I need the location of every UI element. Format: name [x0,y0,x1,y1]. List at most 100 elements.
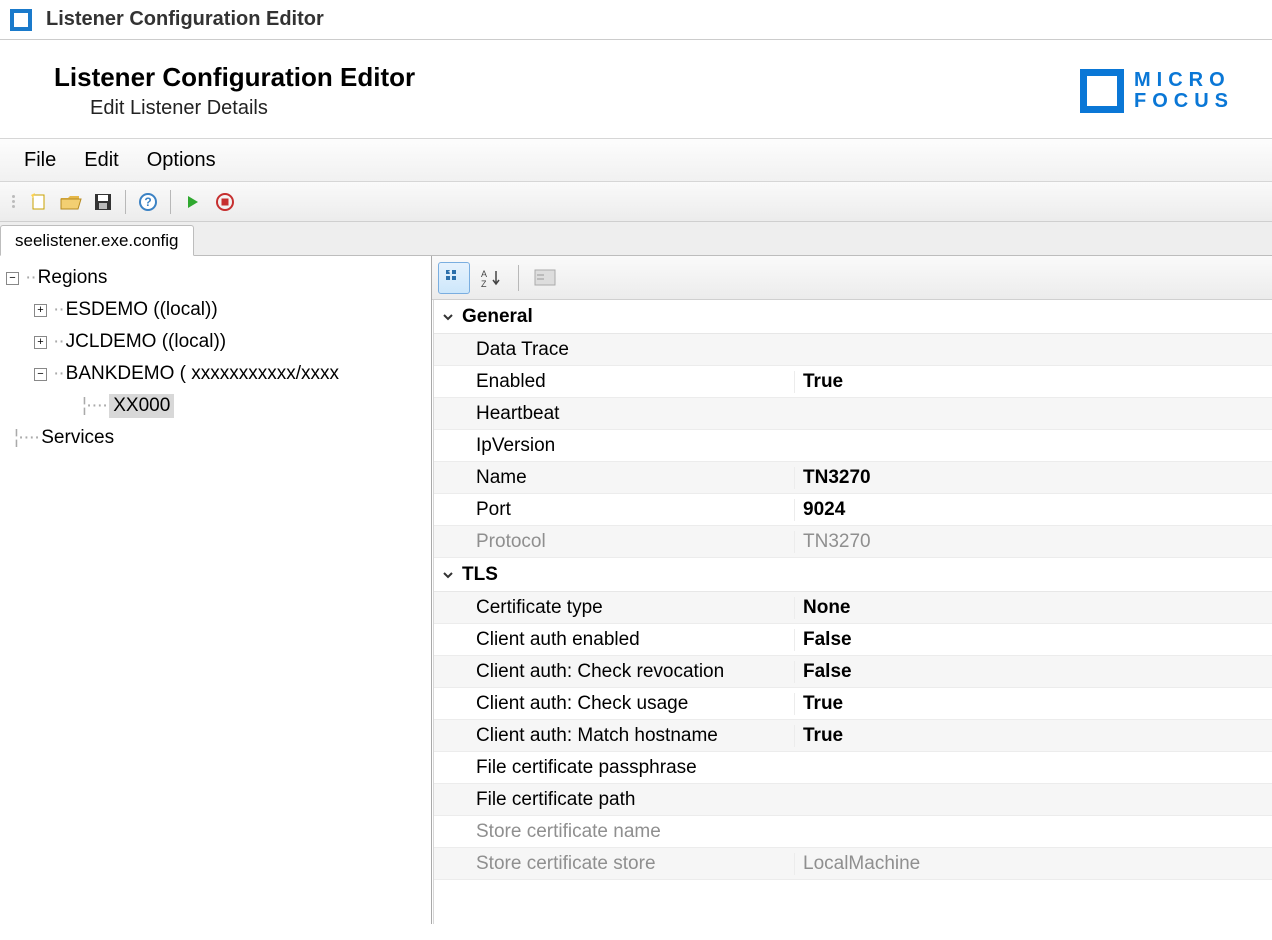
svg-text:?: ? [144,195,151,209]
prop-value[interactable]: True [794,725,1272,747]
toolbar-separator [125,190,126,214]
tree-label-selected: XX000 [109,394,174,418]
save-button[interactable] [91,190,115,214]
tree-connector-icon: ·· [53,363,64,385]
collapse-icon[interactable]: − [6,272,19,285]
property-pages-button[interactable] [529,262,561,294]
collapse-icon[interactable]: − [34,368,47,381]
menubar: File Edit Options [0,138,1272,182]
help-icon: ? [138,192,158,212]
prop-row-cert-type[interactable]: Certificate type None [434,592,1272,624]
menu-file[interactable]: File [24,149,56,172]
prop-row-store-cert-name[interactable]: Store certificate name [434,816,1272,848]
header-text-block: Listener Configuration Editor Edit Liste… [54,62,415,120]
prop-row-name[interactable]: Name TN3270 [434,462,1272,494]
prop-row-heartbeat[interactable]: Heartbeat [434,398,1272,430]
prop-name: File certificate passphrase [434,757,794,779]
prop-row-client-auth-enabled[interactable]: Client auth enabled False [434,624,1272,656]
prop-name: Enabled [434,371,794,393]
prop-row-client-auth-hostname[interactable]: Client auth: Match hostname True [434,720,1272,752]
brand-logo-text: MICRO FOCUS [1134,70,1234,112]
window-title: Listener Configuration Editor [46,8,324,31]
svg-text:+: + [448,270,452,276]
prop-value[interactable]: TN3270 [794,467,1272,489]
toolbar-grip-icon [12,195,15,208]
tree-node-services[interactable]: ¦···· Services [6,422,425,454]
expand-icon[interactable]: + [34,304,47,317]
alphabetical-view-button[interactable]: A Z [476,262,508,294]
prop-row-ipversion[interactable]: IpVersion [434,430,1272,462]
play-icon [185,194,201,210]
prop-name: Store certificate store [434,853,794,875]
tree-connector-icon: ¦···· [14,427,39,449]
prop-name: Store certificate name [434,821,794,843]
tree-label: ESDEMO ((local)) [66,299,218,321]
tree-connector-icon: ¦···· [82,395,107,417]
tree-node-jcldemo[interactable]: + ·· JCLDEMO ((local)) [6,326,425,358]
open-button[interactable] [59,190,83,214]
tree-node-regions[interactable]: − ·· Regions [6,262,425,294]
prop-row-file-cert-pass[interactable]: File certificate passphrase [434,752,1272,784]
new-file-button[interactable] [27,190,51,214]
prop-name: Client auth: Match hostname [434,725,794,747]
prop-row-protocol[interactable]: Protocol TN3270 [434,526,1272,558]
titlebar: Listener Configuration Editor [0,0,1272,40]
main-split: − ·· Regions + ·· ESDEMO ((local)) + ·· … [0,256,1272,924]
tree-label: Services [41,427,114,449]
svg-text:A: A [481,269,487,279]
brand-logo-icon [1080,69,1124,113]
categorized-icon: + [444,268,464,288]
new-file-icon [29,192,49,212]
sort-az-icon: A Z [481,268,503,288]
tree-node-xx000[interactable]: ¦···· XX000 [6,390,425,422]
property-page-icon [534,269,556,287]
tree-pane: − ·· Regions + ·· ESDEMO ((local)) + ·· … [0,256,432,924]
chevron-down-icon[interactable] [442,311,456,323]
tree-connector-icon: ·· [25,267,36,289]
page-subtitle: Edit Listener Details [54,97,415,120]
stop-icon [215,192,235,212]
tree-node-bankdemo[interactable]: − ·· BANKDEMO ( xxxxxxxxxxx/xxxx [6,358,425,390]
prop-name: Name [434,467,794,489]
prop-value[interactable]: False [794,629,1272,651]
svg-text:Z: Z [481,279,487,288]
tab-config-file[interactable]: seelistener.exe.config [0,225,194,256]
tree-label: Regions [38,267,108,289]
category-label: TLS [462,564,498,586]
expand-icon[interactable]: + [34,336,47,349]
prop-row-enabled[interactable]: Enabled True [434,366,1272,398]
tree-connector-icon: ·· [53,299,64,321]
prop-row-data-trace[interactable]: Data Trace [434,334,1272,366]
play-button[interactable] [181,190,205,214]
categorized-view-button[interactable]: + [438,262,470,294]
menu-edit[interactable]: Edit [84,149,118,172]
prop-name: Certificate type [434,597,794,619]
prop-value[interactable]: True [794,693,1272,715]
propertygrid-toolbar: + A Z [432,256,1272,300]
prop-value: LocalMachine [794,853,1272,875]
menu-options[interactable]: Options [147,149,216,172]
prop-value[interactable]: False [794,661,1272,683]
prop-name: Data Trace [434,339,794,361]
stop-button[interactable] [213,190,237,214]
property-grid: General Data Trace Enabled True Heartbea… [433,300,1272,924]
tree-label: BANKDEMO ( xxxxxxxxxxx/xxxx [66,363,339,385]
prop-row-port[interactable]: Port 9024 [434,494,1272,526]
prop-name: IpVersion [434,435,794,457]
prop-value[interactable]: 9024 [794,499,1272,521]
prop-value: TN3270 [794,531,1272,553]
tree-node-esdemo[interactable]: + ·· ESDEMO ((local)) [6,294,425,326]
prop-row-client-auth-revocation[interactable]: Client auth: Check revocation False [434,656,1272,688]
category-tls[interactable]: TLS [434,558,1272,592]
category-general[interactable]: General [434,300,1272,334]
open-folder-icon [60,192,82,212]
prop-row-client-auth-usage[interactable]: Client auth: Check usage True [434,688,1272,720]
chevron-down-icon[interactable] [442,569,456,581]
prop-row-file-cert-path[interactable]: File certificate path [434,784,1272,816]
prop-name: File certificate path [434,789,794,811]
prop-value[interactable]: None [794,597,1272,619]
prop-row-store-cert-store[interactable]: Store certificate store LocalMachine [434,848,1272,880]
prop-name: Port [434,499,794,521]
prop-value[interactable]: True [794,371,1272,393]
help-button[interactable]: ? [136,190,160,214]
